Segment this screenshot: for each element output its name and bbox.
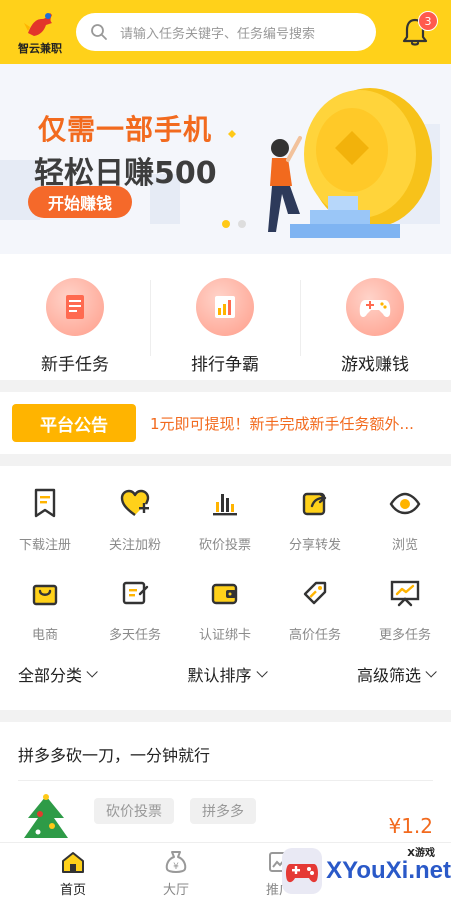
banner-headline: 仅需一部手机 — [38, 113, 213, 146]
start-earning-button[interactable]: 开始赚钱 — [28, 186, 132, 218]
search-placeholder: 请输入任务关键字、任务编号搜索 — [120, 26, 316, 42]
price-tag-icon — [298, 576, 332, 610]
task-tag: 拼多多 — [190, 798, 256, 824]
search-icon — [91, 24, 107, 40]
quick-item-label: 排行争霸 — [191, 355, 259, 375]
quick-item-label: 游戏赚钱 — [341, 355, 409, 375]
category-label: 多天任务 — [108, 628, 161, 643]
category-label: 更多任务 — [378, 628, 431, 643]
chevron-down-icon — [425, 666, 437, 678]
clipboard-icon — [46, 278, 104, 336]
category-ecommerce[interactable]: 电商 — [0, 576, 90, 646]
category-label: 下载注册 — [18, 538, 71, 553]
notice-text: 1元即可提现！新手完成新手任务额外... — [150, 414, 414, 433]
search-input[interactable]: 请输入任务关键字、任务编号搜索 — [76, 13, 376, 51]
filter-label: 高级筛选 — [356, 666, 421, 685]
category-label: 砍价投票 — [198, 538, 251, 553]
download-bookmark-icon — [28, 486, 62, 520]
task-tag: 砍价投票 — [94, 798, 174, 824]
tab-label: 大厅 — [162, 883, 189, 898]
heart-plus-icon — [118, 486, 152, 520]
eye-icon — [388, 486, 422, 520]
category-label: 分享转发 — [288, 538, 341, 553]
notification-button[interactable]: 3 — [398, 11, 438, 49]
filter-bar: 全部分类 默认排序 高级筛选 — [0, 646, 451, 702]
watermark-text: XYouXi.net — [326, 857, 451, 884]
money-bag-icon: ¥ — [163, 849, 189, 875]
category-download-register[interactable]: 下载注册 — [0, 486, 90, 556]
filter-default-sort[interactable]: 默认排序 — [187, 662, 268, 686]
category-label: 高价任务 — [288, 628, 341, 643]
home-icon — [60, 849, 86, 875]
category-verify-card[interactable]: 认证绑卡 — [180, 576, 270, 646]
task-card[interactable]: 拼多多砍一刀，一分钟就行 砍价投票 拼多多 ¥1.2 — [0, 722, 451, 842]
gamepad-logo-icon — [282, 848, 323, 894]
top-header: 智云兼职 请输入任务关键字、任务编号搜索 3 — [0, 0, 451, 64]
category-row: 下载注册 关注加粉 砍价投票 分享转发 浏览 — [0, 466, 451, 556]
category-follow[interactable]: 关注加粉 — [90, 486, 180, 556]
quick-item-label: 新手任务 — [41, 355, 109, 375]
site-watermark: XYouXi.net X游戏 — [282, 842, 451, 900]
filter-label: 默认排序 — [187, 666, 252, 685]
category-label: 关注加粉 — [108, 538, 161, 553]
divider — [18, 780, 433, 781]
category-share[interactable]: 分享转发 — [270, 486, 360, 556]
carousel-indicator — [222, 220, 246, 228]
notification-badge: 3 — [418, 11, 438, 31]
category-label: 认证绑卡 — [198, 628, 251, 643]
quick-item-game-earn[interactable]: 游戏赚钱 — [300, 254, 450, 380]
category-label: 浏览 — [391, 538, 418, 553]
chevron-down-icon — [86, 666, 98, 678]
watermark-small: X游戏 — [407, 848, 435, 859]
chart-icon — [196, 278, 254, 336]
logo-text: 智云兼职 — [18, 41, 62, 55]
gamepad-icon — [346, 278, 404, 336]
platform-notice[interactable]: 平台公告 1元即可提现！新手完成新手任务额外... — [0, 392, 451, 454]
edit-note-icon — [118, 576, 152, 610]
promo-banner[interactable]: 仅需一部手机 轻松日赚500 开始赚钱 — [0, 64, 451, 254]
filter-all-categories[interactable]: 全部分类 — [18, 662, 98, 686]
christmas-tree-thumbnail — [24, 794, 68, 838]
svg-text:¥: ¥ — [173, 862, 179, 872]
category-row: 电商 多天任务 认证绑卡 高价任务 更多任务 — [0, 556, 451, 646]
presentation-icon — [388, 576, 422, 610]
category-multi-day[interactable]: 多天任务 — [90, 576, 180, 646]
quick-item-ranking[interactable]: 排行争霸 — [150, 254, 300, 380]
app-screen: 智云兼职 请输入任务关键字、任务编号搜索 3 仅需一部手机 轻松日赚500 开始… — [0, 0, 451, 900]
bar-chart-icon — [208, 486, 242, 520]
tab-label: 首页 — [59, 883, 86, 898]
category-browse[interactable]: 浏览 — [360, 486, 450, 556]
tab-home[interactable]: 首页 — [0, 843, 146, 900]
filter-advanced[interactable]: 高级筛选 — [356, 662, 437, 686]
task-price: ¥1.2 — [388, 814, 433, 838]
wallet-icon — [208, 576, 242, 610]
notice-tag: 平台公告 — [12, 404, 136, 442]
category-more[interactable]: 更多任务 — [360, 576, 450, 646]
category-label: 电商 — [31, 628, 58, 643]
app-logo[interactable]: 智云兼职 — [10, 4, 70, 60]
quick-item-newbie-task[interactable]: 新手任务 — [0, 254, 150, 380]
category-bargain-vote[interactable]: 砍价投票 — [180, 486, 270, 556]
tab-hall[interactable]: ¥ 大厅 — [146, 843, 206, 900]
quick-entries: 新手任务 排行争霸 游戏赚钱 — [0, 254, 451, 380]
share-icon — [298, 486, 332, 520]
carousel-dot-active[interactable] — [222, 220, 230, 228]
task-title: 拼多多砍一刀，一分钟就行 — [18, 746, 211, 765]
category-high-price[interactable]: 高价任务 — [270, 576, 360, 646]
task-categories: 下载注册 关注加粉 砍价投票 分享转发 浏览 电商 多天任务 认证绑卡 高价任务… — [0, 466, 451, 710]
kangaroo-logo-icon — [24, 12, 52, 36]
shopping-bag-icon — [28, 576, 62, 610]
carousel-dot[interactable] — [238, 220, 246, 228]
chevron-down-icon — [255, 666, 268, 678]
filter-label: 全部分类 — [18, 666, 83, 685]
